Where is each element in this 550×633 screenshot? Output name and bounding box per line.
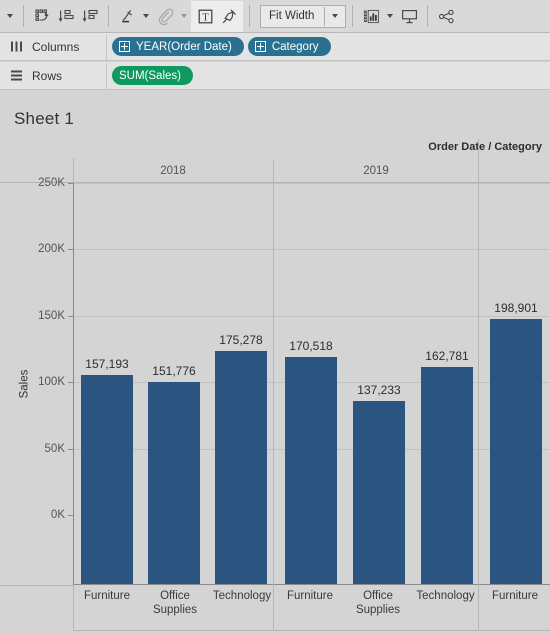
show-me-button[interactable] <box>359 4 383 28</box>
columns-icon <box>8 40 24 53</box>
rows-shelf[interactable]: Rows SUM(Sales) <box>0 62 550 90</box>
fit-mode-dropdown[interactable] <box>324 6 345 26</box>
y-tick-label: 100K <box>38 376 65 388</box>
expand-plus-icon[interactable] <box>119 41 130 52</box>
pill-label: SUM(Sales) <box>119 69 181 82</box>
pin-icon <box>220 7 239 26</box>
presentation-screen-icon <box>400 7 419 26</box>
year-divider <box>478 183 479 585</box>
annotate-button[interactable] <box>153 4 177 28</box>
bar[interactable] <box>353 401 405 584</box>
highlighter-icon <box>118 7 137 26</box>
swap-icon <box>33 7 52 26</box>
y-tick-label: 150K <box>38 310 65 322</box>
y-axis-title: Sales <box>18 369 31 399</box>
bar-value-label: 162,781 <box>425 349 469 363</box>
toolbar-separator <box>108 5 109 27</box>
bar-value-label: 198,901 <box>494 301 538 315</box>
bar-value-label: 175,278 <box>219 333 263 347</box>
columns-drop-zone[interactable]: YEAR(Order Date) Category <box>106 33 550 60</box>
bar-value-label: 137,233 <box>357 383 401 397</box>
swap-rows-columns-button[interactable] <box>30 4 54 28</box>
sort-ascending-icon <box>57 7 76 26</box>
axis-corner-rule <box>0 585 73 586</box>
text-tools-group: T <box>191 0 243 32</box>
sort-descending-icon <box>81 7 100 26</box>
pin-button[interactable] <box>217 4 241 28</box>
bar[interactable] <box>490 319 542 584</box>
bar[interactable] <box>215 351 267 584</box>
x-tick-label[interactable]: Furniture <box>73 589 141 603</box>
highlighter-button[interactable] <box>115 4 139 28</box>
x-tick-label[interactable]: Technology <box>412 589 479 603</box>
tableau-worksheet-window: T Fit Width Columns YEAR(Order Date) Cat… <box>0 0 550 633</box>
year-divider <box>273 183 274 585</box>
bar[interactable] <box>148 382 200 584</box>
text-box-icon: T <box>196 7 215 26</box>
pill-label: Category <box>271 40 319 53</box>
pill-sum-sales[interactable]: SUM(Sales) <box>112 66 193 85</box>
year-divider <box>478 139 479 183</box>
worksheet-canvas: Sheet 1 Order Date / Category 2018 2019 … <box>0 91 550 633</box>
plot-area: 157,193 151,776 175,278 170,518 137,233 … <box>73 183 550 585</box>
y-axis[interactable]: Sales 0K 50K 100K 150K 200K 250K <box>0 177 73 585</box>
columns-shelf-label: Columns <box>32 39 80 54</box>
x-tick-label[interactable]: Office Supplies <box>141 589 209 617</box>
year-divider <box>273 160 274 183</box>
y-tick-label: 250K <box>38 177 65 189</box>
page-title: Sheet 1 <box>14 109 75 128</box>
x-axis: Furniture Office Supplies Technology Fur… <box>73 585 550 633</box>
pill-category[interactable]: Category <box>247 37 331 56</box>
x-tick-label[interactable]: Technology <box>209 589 275 603</box>
y-tick-label: 200K <box>38 243 65 255</box>
fit-mode-label: Fit Width <box>269 9 315 22</box>
sort-descending-button[interactable] <box>78 4 102 28</box>
pill-year-order-date[interactable]: YEAR(Order Date) <box>112 37 244 56</box>
bar-value-label: 151,776 <box>152 364 196 378</box>
chevron-down-icon <box>332 14 339 18</box>
y-axis-line <box>73 183 74 585</box>
show-me-dropdown-caret[interactable] <box>387 14 394 18</box>
rows-shelf-label: Rows <box>32 68 63 83</box>
sort-ascending-button[interactable] <box>54 4 78 28</box>
show-me-chart-icon <box>362 7 381 26</box>
x-tick-label[interactable]: Office Supplies <box>344 589 412 617</box>
toolbar-separator <box>249 5 250 27</box>
annotate-dropdown-caret[interactable] <box>181 14 187 18</box>
caret-down-icon[interactable] <box>7 14 13 18</box>
bar[interactable] <box>81 375 133 584</box>
toolbar-separator <box>352 5 354 27</box>
year-header[interactable] <box>479 160 550 182</box>
header-divider <box>73 158 74 183</box>
y-tick-label: 50K <box>44 443 65 455</box>
highlighter-dropdown-caret[interactable] <box>143 14 149 18</box>
expand-plus-icon[interactable] <box>254 41 266 52</box>
presentation-mode-button[interactable] <box>397 4 421 28</box>
toolbar: T Fit Width <box>0 0 550 33</box>
pill-label: YEAR(Order Date) <box>136 40 232 53</box>
paperclip-icon <box>156 7 175 26</box>
x-axis-base-rule <box>73 630 550 631</box>
bar-value-label: 157,193 <box>85 357 129 371</box>
toolbar-separator <box>427 5 429 27</box>
columns-shelf[interactable]: Columns YEAR(Order Date) Category <box>0 33 550 61</box>
visualization: Order Date / Category 2018 2019 Sales 0K… <box>0 139 550 633</box>
bar-value-label: 170,518 <box>289 339 333 353</box>
svg-text:T: T <box>202 12 209 23</box>
x-tick-label[interactable]: Furniture <box>481 589 549 603</box>
y-tick-label: 0K <box>50 509 65 521</box>
share-nodes-icon <box>437 7 456 26</box>
fit-mode-select[interactable]: Fit Width <box>260 4 347 28</box>
column-field-caption: Order Date / Category <box>428 141 542 153</box>
rows-icon <box>8 69 24 82</box>
rows-drop-zone[interactable]: SUM(Sales) <box>106 62 550 89</box>
year-header[interactable]: 2019 <box>274 160 478 182</box>
bar[interactable] <box>285 357 337 584</box>
share-button[interactable] <box>434 4 458 28</box>
x-tick-label[interactable]: Furniture <box>276 589 344 603</box>
bar[interactable] <box>421 367 473 584</box>
year-header[interactable]: 2018 <box>73 160 273 182</box>
toolbar-separator <box>23 5 24 27</box>
text-box-button[interactable]: T <box>193 4 217 28</box>
